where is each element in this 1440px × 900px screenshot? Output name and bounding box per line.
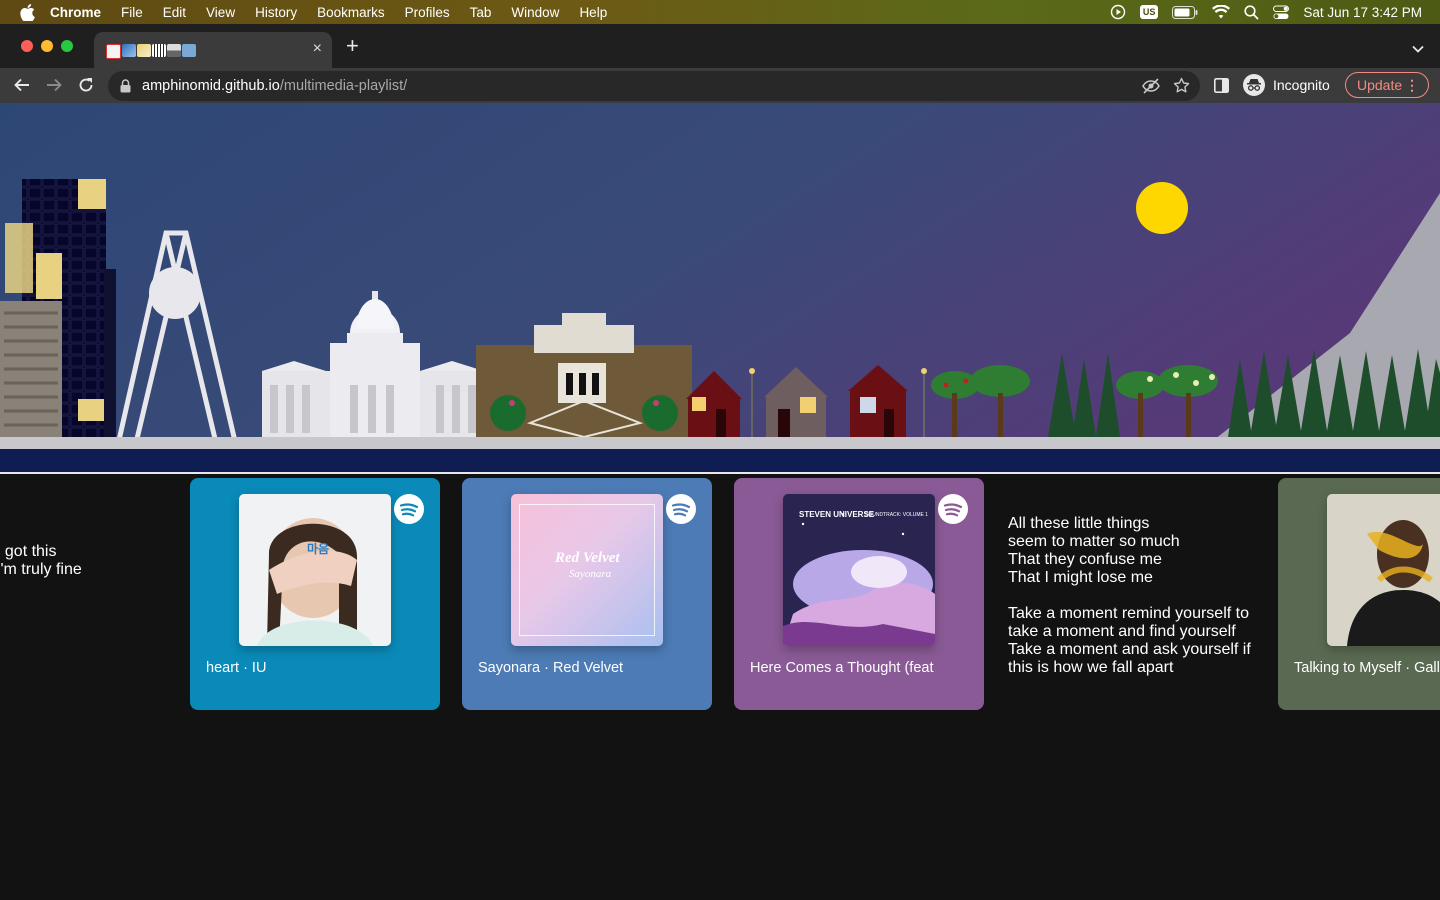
menu-chrome[interactable]: Chrome <box>50 5 101 20</box>
lyric-line: That they confuse me <box>1008 551 1162 568</box>
menu-help[interactable]: Help <box>579 5 607 20</box>
lyrics-block-left: I got this I'm truly fine <box>0 543 82 579</box>
tracking-protection-eye-off-icon[interactable] <box>1142 78 1160 99</box>
lyric-line: That I might lose me <box>1008 569 1153 586</box>
menu-history[interactable]: History <box>255 5 297 20</box>
album-art-sayonara: Red Velvet Sayonara <box>511 494 663 646</box>
minimize-window-button[interactable] <box>41 40 53 52</box>
song-title: Here Comes a Thought (feat <box>750 660 934 676</box>
road <box>0 449 1440 472</box>
spotify-icon[interactable] <box>938 494 968 524</box>
browser-tab-strip: × + <box>0 24 1440 68</box>
lyric-line: Take a moment and ask yourself if <box>1008 641 1251 658</box>
song-card-sayonara[interactable]: Red Velvet Sayonara Sayonara · Red Velve… <box>462 478 712 710</box>
lyric-line: this is how we fall apart <box>1008 659 1174 676</box>
control-center-icon[interactable] <box>1273 5 1290 20</box>
update-label: Update <box>1357 77 1403 93</box>
album-art-subcaption: SOUNDTRACK: VOLUME 1 <box>865 512 929 518</box>
menu-bookmarks[interactable]: Bookmarks <box>317 5 385 20</box>
lock-icon[interactable] <box>120 79 131 98</box>
battery-icon[interactable] <box>1172 5 1198 19</box>
playlist-carousel: I got this I'm truly fine 마음 heart · IU … <box>0 474 1440 900</box>
tab-favicon-icon <box>106 44 196 59</box>
song-title: Sayonara · Red Velvet <box>478 660 624 676</box>
address-url[interactable]: amphinomid.github.io/multimedia-playlist… <box>142 78 407 94</box>
screen-record-icon[interactable] <box>1110 4 1126 20</box>
browser-toolbar: amphinomid.github.io/multimedia-playlist… <box>0 68 1440 103</box>
bookmark-star-icon[interactable] <box>1173 77 1190 99</box>
menu-profiles[interactable]: Profiles <box>405 5 450 20</box>
sidewalk <box>0 437 1440 449</box>
moon <box>1136 182 1188 234</box>
menu-view[interactable]: View <box>206 5 235 20</box>
incognito-icon <box>1243 74 1265 96</box>
song-title: Talking to Myself · Gallant <box>1294 660 1440 676</box>
url-host: amphinomid.github.io <box>142 78 280 94</box>
spotify-icon[interactable] <box>666 494 696 524</box>
spotlight-search-icon[interactable] <box>1244 4 1259 20</box>
reload-icon[interactable] <box>77 76 95 99</box>
browser-tab-active[interactable]: × <box>94 32 332 68</box>
macos-menu-bar: Chrome File Edit View History Bookmarks … <box>0 0 1440 24</box>
lyric-line: seem to matter so much <box>1008 533 1180 550</box>
album-art-subcaption: Sayonara <box>569 568 612 580</box>
zoom-window-button[interactable] <box>61 40 73 52</box>
album-art-caption: 마음 <box>307 542 330 556</box>
wifi-icon[interactable] <box>1212 5 1231 19</box>
album-art-heart: 마음 <box>239 494 391 646</box>
incognito-label: Incognito <box>1273 77 1330 93</box>
apple-icon[interactable] <box>20 3 36 21</box>
side-panel-icon[interactable] <box>1214 78 1229 98</box>
song-card-here-comes-a-thought[interactable]: STEVEN UNIVERSE SOUNDTRACK: VOLUME 1 Her… <box>734 478 984 710</box>
lyric-line: Take a moment remind yourself to <box>1008 605 1249 622</box>
menu-tab[interactable]: Tab <box>470 5 492 20</box>
address-bar[interactable]: amphinomid.github.io/multimedia-playlist… <box>108 71 1200 101</box>
spotify-icon[interactable] <box>394 494 424 524</box>
song-card-talking-to-myself[interactable]: Talking to Myself · Gallant <box>1278 478 1440 710</box>
url-path: /multimedia-playlist/ <box>279 78 408 94</box>
song-title: heart · IU <box>206 660 267 676</box>
close-window-button[interactable] <box>21 40 33 52</box>
lyrics-block-right: All these little things seem to matter s… <box>1008 515 1251 677</box>
song-card-heart[interactable]: 마음 heart · IU <box>190 478 440 710</box>
new-tab-plus-icon[interactable]: + <box>346 35 359 57</box>
menu-edit[interactable]: Edit <box>163 5 186 20</box>
chrome-menu-kebab-icon[interactable]: ⋮ <box>1405 73 1419 97</box>
lyric-line: take a moment and find yourself <box>1008 623 1236 640</box>
album-art-talking-to-myself <box>1327 494 1440 646</box>
tab-close-icon[interactable]: × <box>313 40 322 58</box>
album-art-steven-universe: STEVEN UNIVERSE SOUNDTRACK: VOLUME 1 <box>783 494 935 646</box>
lyric-line: I got this <box>0 543 57 560</box>
lyric-line: All these little things <box>1008 515 1150 532</box>
input-source-indicator[interactable]: US <box>1139 5 1159 19</box>
menubar-clock[interactable]: Sat Jun 17 3:42 PM <box>1303 5 1422 20</box>
tab-search-chevron-icon[interactable] <box>1412 40 1424 58</box>
menu-file[interactable]: File <box>121 5 143 20</box>
cityscape-banner <box>0 103 1440 474</box>
album-art-caption: Red Velvet <box>555 550 620 566</box>
album-art-caption: STEVEN UNIVERSE <box>799 510 875 519</box>
back-arrow-icon[interactable] <box>13 76 31 99</box>
update-chrome-button[interactable]: Update ⋮ <box>1345 72 1429 98</box>
lyric-line: I'm truly fine <box>0 561 82 578</box>
incognito-profile-button[interactable]: Incognito <box>1243 74 1330 96</box>
menu-window[interactable]: Window <box>511 5 559 20</box>
forward-arrow-icon[interactable] <box>45 76 63 99</box>
